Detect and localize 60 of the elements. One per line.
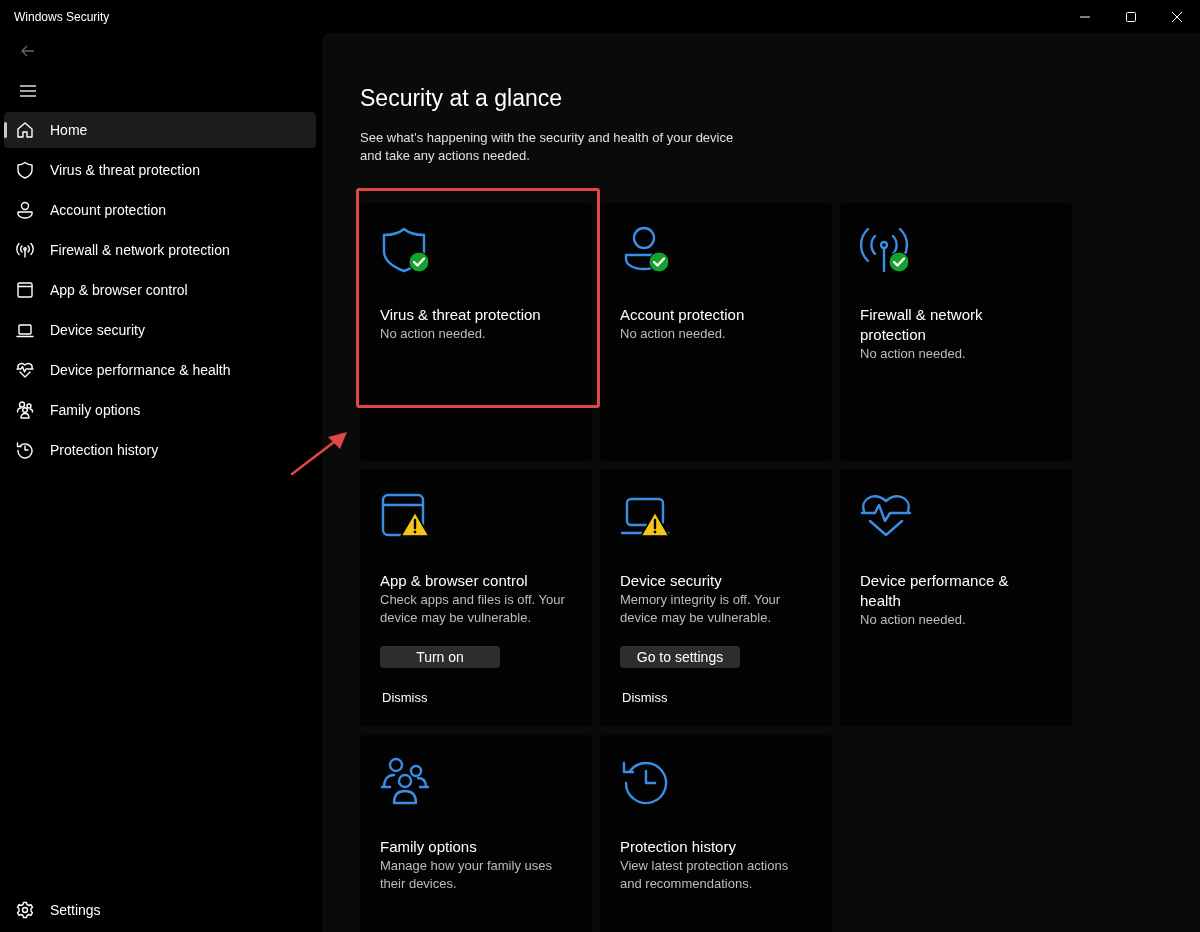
browser-window-icon [16,281,34,299]
card-title: Virus & threat protection [380,305,542,325]
card-description: No action needed. [860,345,967,363]
settings-icon [16,901,34,919]
action-button[interactable]: Go to settings [620,646,740,668]
laptop-icon [16,321,34,339]
minimize-icon [1080,15,1090,18]
home-icon [16,121,34,139]
family-icon [380,757,430,805]
dismiss-link[interactable]: Dismiss [380,690,430,705]
antenna-icon [860,225,908,273]
card-title: Protection history [620,837,737,857]
antenna-icon [16,241,34,259]
nav-item[interactable]: Account protection [4,192,316,228]
status-card[interactable]: Device performance & health No action needed. [840,469,1072,727]
page-heading: Security at a glance [360,85,563,112]
dismiss-link[interactable]: Dismiss [620,690,670,705]
action-button[interactable]: Turn on [380,646,500,668]
card-description: Manage how your family uses their devices. [380,857,553,893]
card-title: Device security [620,571,723,591]
back-arrow-icon [21,45,35,57]
card-description: No action needed. [860,611,967,629]
card-description: Memory integrity is off. Your device may be vulnerable. [620,591,782,627]
window-title: Windows Security [14,9,110,24]
clock-history-icon [16,441,34,459]
status-card[interactable]: Protection history View latest protection actions and recommendations. [600,735,832,932]
nav-item[interactable]: App & browser control [4,272,316,308]
annotation-arrow [290,431,348,476]
nav-item[interactable]: Virus & threat protection [4,152,316,188]
card-title: Firewall & network protection [860,305,984,345]
nav-item[interactable]: Device performance & health [4,352,316,388]
nav-item[interactable]: Family options [4,392,316,428]
shield-icon [16,161,34,179]
heart-pulse-icon [16,361,34,379]
page-subtitle: See what's happening with the security and health of your device and take any actions needed. [360,129,735,165]
family-icon [16,401,34,419]
card-title: App & browser control [380,571,529,591]
status-card[interactable]: Firewall & network protection No action needed. [840,203,1072,461]
menu-icon [20,85,36,97]
status-card[interactable]: App & browser control Check apps and files is off. Your device may be vulnerable. Turn on Dismiss [360,469,592,727]
person-icon [16,201,34,219]
shield-icon [380,225,428,273]
card-description: No action needed. [620,325,727,343]
nav-item[interactable]: Protection history [4,432,316,468]
card-description: Check apps and files is off. Your device may be vulnerable. [380,591,566,627]
settings-nav-item[interactable]: Settings [4,888,316,932]
nav-item[interactable]: Firewall & network protection [4,232,316,268]
nav-item[interactable]: Home [4,112,316,148]
card-description: View latest protection actions and recommendations. [620,857,790,893]
card-title: Family options [380,837,478,857]
status-card[interactable]: Family options Manage how your family uses their devices. [360,735,592,932]
card-title: Device performance & health [860,571,1010,611]
nav-item[interactable]: Device security [4,312,316,348]
status-card[interactable]: Virus & threat protection No action needed. [360,203,592,461]
card-description: No action needed. [380,325,487,343]
maximize-icon [1126,11,1136,22]
status-card[interactable]: Account protection No action needed. [600,203,832,461]
close-icon [1172,11,1182,22]
status-card[interactable]: Device security Memory integrity is off. Your device may be vulnerable. Go to settings Dismiss [600,469,832,727]
card-title: Account protection [620,305,746,325]
